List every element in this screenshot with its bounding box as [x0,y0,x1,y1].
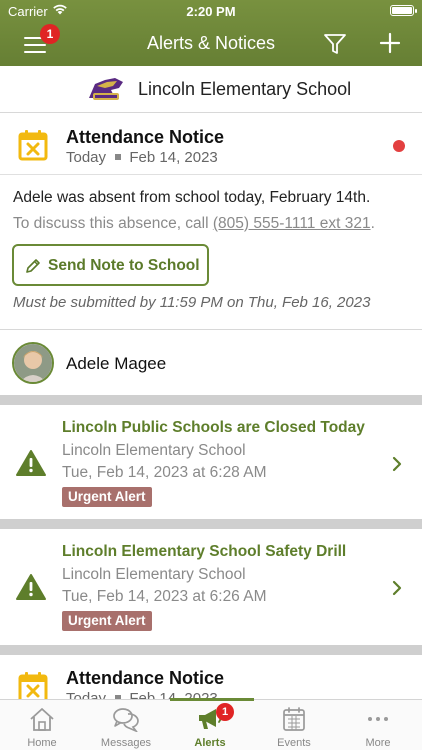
discuss-prefix: To discuss this absence, call [13,215,213,232]
warning-icon [16,450,46,476]
alert-time: Tue, Feb 14, 2023 at 6:28 AM [62,464,267,481]
notice-date: Today Feb 14, 2023 [66,149,218,166]
student-name: Adele Magee [66,354,167,373]
unread-indicator [393,140,405,152]
page-title: Alerts & Notices [146,33,276,53]
tab-label: More [365,737,391,749]
nav-bar: 1 Alerts & Notices [0,22,422,66]
tab-bar: Home Messages 1 Alerts Events More [0,698,422,750]
notice-title: Attendance Notice [66,127,225,147]
alert-time: Tue, Feb 14, 2023 at 6:26 AM [62,588,267,605]
student-photo [14,344,52,382]
alerts-badge: 1 [216,703,234,721]
status-bar: Carrier 2:20 PM [0,0,422,22]
attendance-notice-body: Adele was absent from school today, Febr… [0,175,422,330]
avatar [12,342,54,384]
alert-item[interactable]: Lincoln Elementary School Safety Drill L… [0,529,422,642]
discuss-text: To discuss this absence, call (805) 555-… [13,215,375,233]
calendar-icon [283,707,305,731]
chevron-right-icon [392,580,402,596]
warning-icon [16,574,46,600]
section-divider [0,519,422,529]
alert-item[interactable]: Lincoln Public Schools are Closed Today … [0,405,422,518]
alert-title: Lincoln Public Schools are Closed Today [62,419,365,436]
tab-label: Messages [100,737,152,749]
top-bar: Carrier 2:20 PM 1 Alerts & Notices [0,0,422,66]
chevron-right-icon [392,456,402,472]
tab-label: Alerts [194,737,226,749]
urgent-badge: Urgent Alert [62,611,152,631]
alert-school: Lincoln Elementary School [62,442,246,459]
notice-date-value: Feb 14, 2023 [129,149,218,166]
tab-home[interactable]: Home [0,700,84,750]
filter-icon[interactable] [323,33,347,55]
tab-label: Events [277,737,311,749]
send-note-button[interactable]: Send Note to School [12,244,209,286]
more-icon [368,717,388,721]
messages-icon [113,708,139,732]
phone-link[interactable]: (805) 555-1111 ext 321 [213,215,371,232]
discuss-suffix: . [370,215,375,232]
tab-label: Home [27,737,57,749]
send-note-label: Send Note to School [48,257,200,274]
clock: 2:20 PM [186,4,236,19]
tab-messages[interactable]: Messages [84,700,168,750]
attendance-notice-header[interactable]: Attendance Notice Today Feb 14, 2023 [0,113,422,175]
student-row[interactable]: Adele Magee [0,331,422,395]
tab-events[interactable]: Events [252,700,336,750]
add-icon[interactable] [378,31,402,55]
urgent-badge: Urgent Alert [62,487,152,507]
school-logo [89,78,123,100]
calendar-x-icon [18,130,48,161]
section-divider [0,645,422,655]
tab-more[interactable]: More [336,700,420,750]
absence-message: Adele was absent from school today, Febr… [13,189,371,206]
alert-title: Lincoln Elementary School Safety Drill [62,543,347,560]
section-divider [0,395,422,405]
notice-date-prefix: Today [66,149,107,166]
home-icon [30,708,54,731]
school-name: Lincoln Elementary School [138,79,352,99]
notice-title: Attendance Notice [66,668,225,688]
deadline-text: Must be submitted by 11:59 PM on Thu, Fe… [13,294,371,311]
alert-school: Lincoln Elementary School [62,566,246,583]
battery-icon [390,5,417,16]
date-separator [115,154,122,161]
school-header: Lincoln Elementary School [0,66,422,113]
tab-alerts[interactable]: 1 Alerts [168,700,252,750]
pencil-icon [26,259,40,273]
